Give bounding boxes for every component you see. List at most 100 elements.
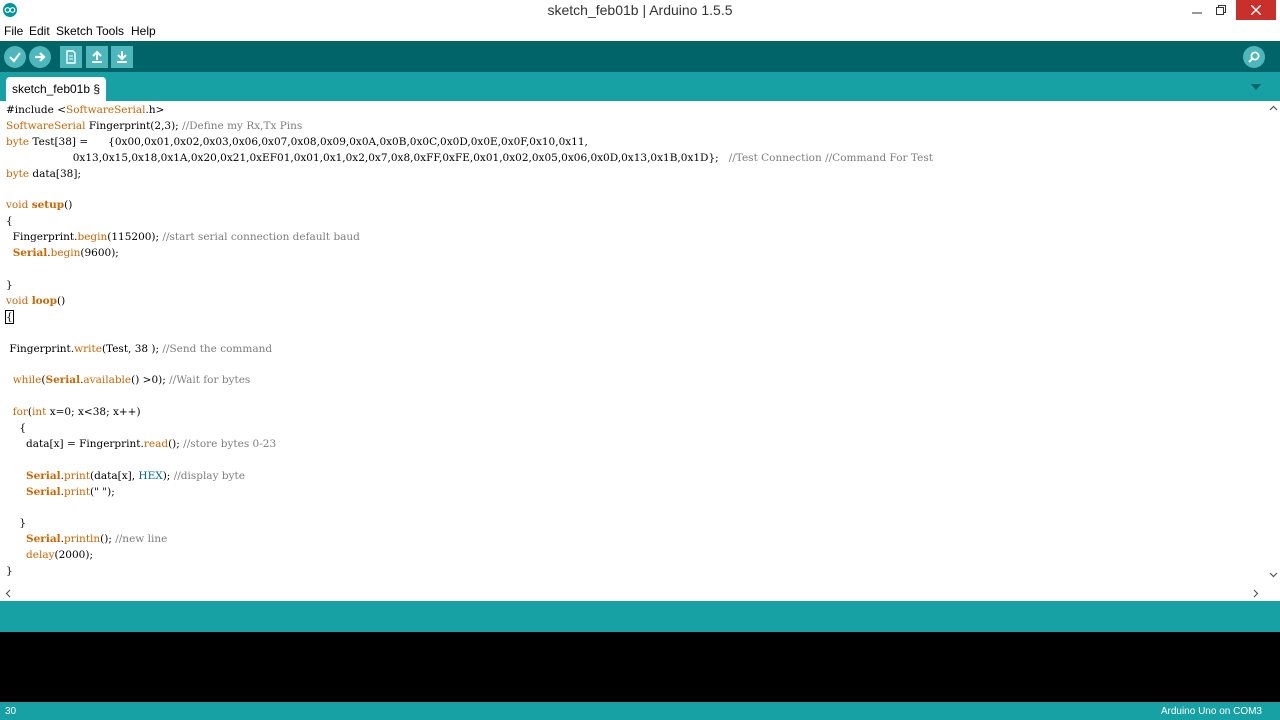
code-editor[interactable]: #include <SoftwareSerial.h> SoftwareSeria… (0, 101, 1266, 585)
minimize-button[interactable] (1186, 0, 1208, 20)
code-line: 0x13,0x15,0x18,0x1A,0x20,0x21,0xEF01,0x0… (6, 150, 933, 166)
menu-edit[interactable]: Edit (29, 24, 50, 38)
tab-bar: sketch_feb01b § (0, 72, 1280, 101)
menu-tools[interactable]: Tools (96, 24, 124, 38)
code-token: 0x13,0x15,0x18,0x1A,0x20,0x21,0xEF01,0x0… (6, 151, 729, 164)
code-line: { (6, 213, 13, 229)
code-line: { (5, 309, 14, 325)
code-token: void (6, 199, 29, 212)
code-line: data[x] = Fingerprint.read(); //store by… (6, 436, 276, 452)
code-token: { (6, 422, 27, 434)
line-number: 30 (5, 706, 17, 717)
code-token: //display byte (173, 469, 245, 482)
scroll-up-icon[interactable] (1268, 103, 1278, 113)
code-token: //Define my Rx,Tx Pins (182, 119, 303, 132)
window-title: sketch_feb01b | Arduino 1.5.5 (547, 2, 733, 18)
code-token: (Test, 38 ); (101, 342, 163, 355)
save-button[interactable] (111, 46, 133, 68)
triangle-down-icon (1251, 84, 1261, 90)
code-line: { (6, 420, 26, 436)
code-line: Fingerprint.begin(115200); //start seria… (6, 229, 360, 245)
code-token: (data[x], (90, 469, 139, 482)
code-token: write (74, 342, 102, 355)
tab-sketch[interactable]: sketch_feb01b § (6, 77, 106, 101)
code-token: SoftwareSerial (66, 104, 146, 116)
code-token: Serial (12, 247, 48, 260)
code-line: Serial.print(" "); (6, 484, 115, 500)
upload-icon (35, 52, 46, 62)
code-token: available (83, 374, 132, 387)
verify-button[interactable] (4, 46, 26, 68)
new-icon (66, 50, 76, 64)
code-token: Fingerprint(2,3); (85, 119, 183, 132)
scroll-left-icon[interactable] (3, 587, 13, 599)
save-icon (117, 51, 127, 63)
menu-sketch[interactable]: Sketch (56, 24, 93, 38)
code-token: for (12, 406, 28, 419)
status-bar (0, 601, 1280, 632)
code-token: (" "); (90, 485, 115, 498)
code-token: loop (31, 294, 58, 307)
title-bar: sketch_feb01b | Arduino 1.5.5 (0, 0, 1280, 22)
code-token: byte (6, 167, 30, 180)
code-token: .h> (145, 104, 165, 116)
console-output[interactable] (0, 632, 1280, 702)
code-line: SoftwareSerial Fingerprint(2,3); //Defin… (6, 118, 302, 134)
code-token: print (63, 485, 91, 498)
upload-button[interactable] (29, 46, 51, 68)
tab-menu-button[interactable] (1249, 79, 1263, 98)
code-token: SoftwareSerial (6, 119, 86, 132)
new-button[interactable] (60, 46, 82, 68)
code-line: void loop() (6, 293, 65, 309)
code-token: while (12, 374, 42, 387)
code-line: byte Test[38] = {0x00,0x01,0x02,0x03,0x0… (6, 134, 588, 150)
code-token: Serial (45, 374, 81, 387)
open-button[interactable] (86, 46, 108, 68)
code-token: #include < (6, 104, 66, 116)
menu-file[interactable]: File (4, 24, 23, 38)
menu-bar: File Edit Sketch Tools Help (0, 22, 1280, 41)
code-token: { (6, 215, 13, 228)
close-button[interactable] (1236, 0, 1276, 20)
magnifier-icon (1248, 51, 1260, 63)
code-token: Test[38] = {0x00,0x01,0x02,0x03,0x06,0x0… (29, 135, 588, 148)
vertical-scrollbar[interactable] (1266, 101, 1280, 585)
code-token: x=0; x<38; x++) (46, 406, 141, 419)
restore-button[interactable] (1210, 0, 1232, 20)
open-icon (92, 50, 102, 63)
horizontal-scrollbar[interactable] (0, 585, 1266, 601)
code-token: Fingerprint. (6, 231, 78, 244)
scroll-down-icon[interactable] (1268, 570, 1278, 580)
code-line: Serial.print(data[x], HEX); //display by… (6, 468, 245, 484)
code-token: HEX (138, 469, 163, 482)
menu-help[interactable]: Help (131, 24, 156, 38)
code-line: } (6, 277, 13, 293)
serial-monitor-button[interactable] (1243, 46, 1265, 68)
code-token: //new line (115, 533, 168, 546)
scroll-right-icon[interactable] (1251, 587, 1261, 599)
code-token: begin (50, 247, 81, 260)
code-token: Serial (26, 533, 61, 546)
text-caret: { (5, 309, 14, 324)
code-token: println (63, 533, 101, 546)
code-token: //store bytes 0-23 (183, 437, 277, 450)
code-token: print (63, 469, 91, 482)
code-token: byte (6, 135, 30, 148)
footer-bar: 30 Arduino Uno on COM3 (0, 702, 1280, 720)
code-token: delay (26, 549, 55, 562)
code-token: (); (100, 533, 116, 546)
code-token: ); (162, 469, 174, 482)
code-token: (115200); (107, 231, 163, 244)
code-token: } (6, 565, 13, 578)
verify-icon (9, 52, 21, 63)
code-token: read (143, 437, 169, 450)
code-line: void setup() (6, 197, 72, 213)
code-token: Serial (26, 485, 61, 498)
code-token: () (64, 199, 73, 212)
code-line: Serial.begin(9600); (6, 245, 119, 261)
